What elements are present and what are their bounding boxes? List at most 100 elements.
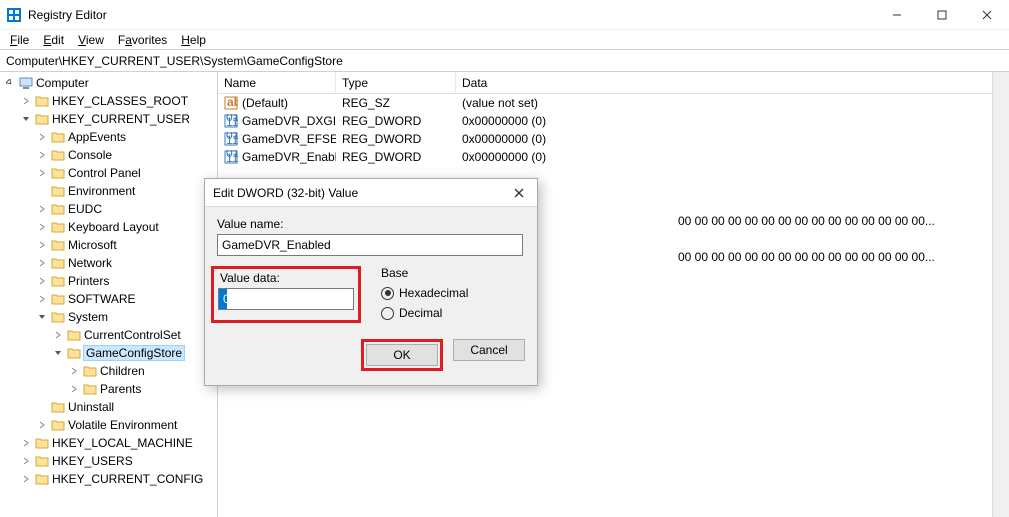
- tree-label: Printers: [68, 274, 109, 288]
- radio-dec[interactable]: Decimal: [381, 303, 468, 323]
- column-header-data[interactable]: Data: [456, 72, 1009, 93]
- expand-icon[interactable]: [36, 149, 48, 161]
- tree-node-microsoft[interactable]: Microsoft: [36, 236, 217, 254]
- menu-bar: File Edit View Favorites Help: [0, 30, 1009, 50]
- tree-node-eudc[interactable]: EUDC: [36, 200, 217, 218]
- cancel-button[interactable]: Cancel: [453, 339, 525, 361]
- expand-icon[interactable]: [36, 203, 48, 215]
- ok-button[interactable]: OK: [366, 344, 438, 366]
- menu-help[interactable]: Help: [175, 31, 212, 49]
- tree-node-hkcu[interactable]: HKEY_CURRENT_USER: [20, 110, 217, 128]
- menu-help-label: elp: [190, 33, 206, 47]
- collapse-icon[interactable]: [20, 113, 32, 125]
- tree-node-network[interactable]: Network: [36, 254, 217, 272]
- tree-node-parents[interactable]: Parents: [68, 380, 217, 398]
- collapse-icon[interactable]: [36, 311, 48, 323]
- expand-icon[interactable]: [68, 365, 80, 377]
- folder-icon: [35, 472, 49, 486]
- menu-fav-label: vorites: [132, 33, 167, 47]
- radio-hex[interactable]: Hexadecimal: [381, 283, 468, 303]
- dialog-titlebar[interactable]: Edit DWORD (32-bit) Value: [205, 179, 537, 207]
- tree-label: Volatile Environment: [68, 418, 177, 432]
- menu-file[interactable]: File: [4, 31, 35, 49]
- tree-node-printers[interactable]: Printers: [36, 272, 217, 290]
- valuedata-highlight: Value data:: [211, 266, 361, 323]
- tree-label: Uninstall: [68, 400, 114, 414]
- tree-node-computer[interactable]: Computer: [4, 74, 217, 92]
- menu-edit[interactable]: Edit: [37, 31, 70, 49]
- maximize-button[interactable]: [919, 0, 964, 30]
- expand-icon[interactable]: [68, 383, 80, 395]
- tree-node-appevents[interactable]: AppEvents: [36, 128, 217, 146]
- base-label: Base: [381, 266, 468, 280]
- tree-label: HKEY_LOCAL_MACHINE: [52, 436, 193, 450]
- expand-icon[interactable]: [36, 131, 48, 143]
- tree-node-hkcr[interactable]: HKEY_CLASSES_ROOT: [20, 92, 217, 110]
- svg-text:110: 110: [226, 151, 238, 164]
- tree-label: SOFTWARE: [68, 292, 136, 306]
- menu-favorites[interactable]: Favorites: [112, 31, 173, 49]
- table-row[interactable]: ab(Default)REG_SZ(value not set): [218, 94, 1009, 112]
- value-data: (value not set): [456, 96, 1009, 110]
- table-row[interactable]: 011110GameDVR_EFSE...REG_DWORD0x00000000…: [218, 130, 1009, 148]
- list-header: Name Type Data: [218, 72, 1009, 94]
- tree-node-children[interactable]: Children: [68, 362, 217, 380]
- radio-label: Hexadecimal: [399, 286, 468, 300]
- expand-icon[interactable]: [36, 167, 48, 179]
- expand-icon[interactable]: [36, 239, 48, 251]
- dialog-close-button[interactable]: [509, 183, 529, 203]
- folder-icon: [51, 148, 65, 162]
- folder-icon: [51, 310, 65, 324]
- tree-node-keyboard[interactable]: Keyboard Layout: [36, 218, 217, 236]
- column-header-name[interactable]: Name: [218, 72, 336, 93]
- valuedata-input[interactable]: [218, 288, 354, 310]
- minimize-button[interactable]: [874, 0, 919, 30]
- tree-label: Console: [68, 148, 112, 162]
- svg-text:110: 110: [226, 115, 238, 128]
- collapse-icon[interactable]: [4, 77, 16, 89]
- menu-view[interactable]: View: [72, 31, 110, 49]
- menu-file-label: ile: [17, 33, 29, 47]
- expand-icon[interactable]: [20, 473, 32, 485]
- tree-node-console[interactable]: Console: [36, 146, 217, 164]
- valuename-input[interactable]: [217, 234, 523, 256]
- tree-label: Children: [100, 364, 145, 378]
- vertical-scrollbar[interactable]: [992, 72, 1009, 517]
- column-header-type[interactable]: Type: [336, 72, 456, 93]
- expand-icon[interactable]: [52, 329, 64, 341]
- tree-node-software[interactable]: SOFTWARE: [36, 290, 217, 308]
- expand-icon[interactable]: [36, 275, 48, 287]
- expand-icon[interactable]: [36, 221, 48, 233]
- binary-row: 00 00 00 00 00 00 00 00 00 00 00 00 00 0…: [678, 212, 935, 230]
- folder-icon: [35, 454, 49, 468]
- address-bar[interactable]: Computer\HKEY_CURRENT_USER\System\GameCo…: [0, 50, 1009, 72]
- table-row[interactable]: 011110GameDVR_Enabl...REG_DWORD0x0000000…: [218, 148, 1009, 166]
- close-button[interactable]: [964, 0, 1009, 30]
- tree-node-hku[interactable]: HKEY_USERS: [20, 452, 217, 470]
- tree-node-hklm[interactable]: HKEY_LOCAL_MACHINE: [20, 434, 217, 452]
- radio-label: Decimal: [399, 306, 442, 320]
- value-type: REG_DWORD: [336, 114, 456, 128]
- expand-icon[interactable]: [20, 437, 32, 449]
- expand-icon[interactable]: [20, 455, 32, 467]
- tree-label: EUDC: [68, 202, 102, 216]
- svg-text:110: 110: [226, 133, 238, 146]
- expand-icon[interactable]: [36, 293, 48, 305]
- expand-icon[interactable]: [36, 419, 48, 431]
- folder-icon: [83, 382, 97, 396]
- table-row[interactable]: 011110GameDVR_DXGI...REG_DWORD0x00000000…: [218, 112, 1009, 130]
- valuedata-label: Value data:: [220, 271, 354, 285]
- expand-icon[interactable]: [20, 95, 32, 107]
- folder-icon: [67, 328, 81, 342]
- tree-node-system[interactable]: System: [36, 308, 217, 326]
- tree-node-volatile[interactable]: Volatile Environment: [36, 416, 217, 434]
- tree-node-hkcc[interactable]: HKEY_CURRENT_CONFIG: [20, 470, 217, 488]
- tree-node-environment[interactable]: Environment: [36, 182, 217, 200]
- tree-node-gameconfigstore[interactable]: GameConfigStore: [52, 344, 217, 362]
- tree-node-uninstall[interactable]: Uninstall: [36, 398, 217, 416]
- collapse-icon[interactable]: [52, 347, 64, 359]
- tree-node-currentcontrolset[interactable]: CurrentControlSet: [52, 326, 217, 344]
- value-type: REG_DWORD: [336, 150, 456, 164]
- tree-node-controlpanel[interactable]: Control Panel: [36, 164, 217, 182]
- expand-icon[interactable]: [36, 257, 48, 269]
